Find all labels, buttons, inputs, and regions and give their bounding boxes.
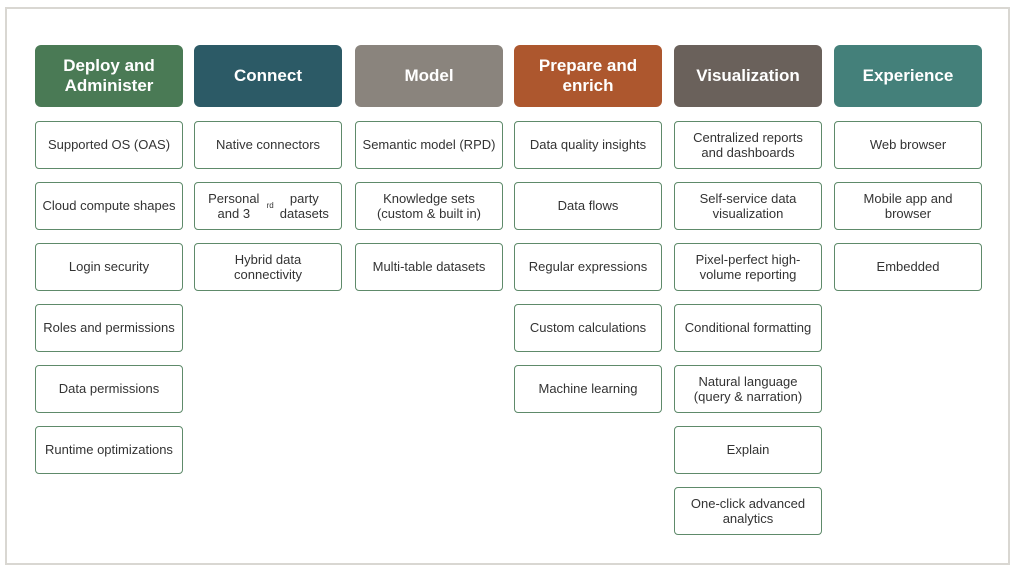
column-visualization: Visualization Centralized reports and da… [674,45,822,548]
capability-box: Cloud compute shapes [35,182,183,230]
capability-box: Supported OS (OAS) [35,121,183,169]
capability-box: Login security [35,243,183,291]
capability-box: Web browser [834,121,982,169]
column-model: Model Semantic model (RPD) Knowledge set… [355,45,503,304]
capability-box: Embedded [834,243,982,291]
capability-box: One-click advanced analytics [674,487,822,535]
column-header: Experience [834,45,982,107]
column-experience: Experience Web browser Mobile app and br… [834,45,982,304]
capability-box: Native connectors [194,121,342,169]
capability-box: Centralized reports and dashboards [674,121,822,169]
capability-box: Hybrid data connectivity [194,243,342,291]
capability-box: Explain [674,426,822,474]
capability-box: Personal and 3rd party datasets [194,182,342,230]
capability-box: Natural language (query & narration) [674,365,822,413]
capability-box: Self-service data visualization [674,182,822,230]
column-header: Deploy and Administer [35,45,183,107]
capability-box: Data quality insights [514,121,662,169]
column-header: Visualization [674,45,822,107]
column-header: Connect [194,45,342,107]
capability-box: Multi-table datasets [355,243,503,291]
capability-box: Runtime optimizations [35,426,183,474]
column-connect: Connect Native connectors Personal and 3… [194,45,342,304]
capability-box: Mobile app and browser [834,182,982,230]
capability-box: Conditional formatting [674,304,822,352]
capability-box: Semantic model (RPD) [355,121,503,169]
column-header: Prepare and enrich [514,45,662,107]
capability-box: Roles and permissions [35,304,183,352]
capability-box: Knowledge sets (custom & built in) [355,182,503,230]
column-deploy-administer: Deploy and Administer Supported OS (OAS)… [35,45,183,487]
capability-box: Regular expressions [514,243,662,291]
capability-box: Data flows [514,182,662,230]
column-prepare-enrich: Prepare and enrich Data quality insights… [514,45,662,426]
capability-box: Data permissions [35,365,183,413]
capability-box: Pixel-perfect high-volume reporting [674,243,822,291]
capability-box: Custom calculations [514,304,662,352]
capability-box: Machine learning [514,365,662,413]
column-header: Model [355,45,503,107]
